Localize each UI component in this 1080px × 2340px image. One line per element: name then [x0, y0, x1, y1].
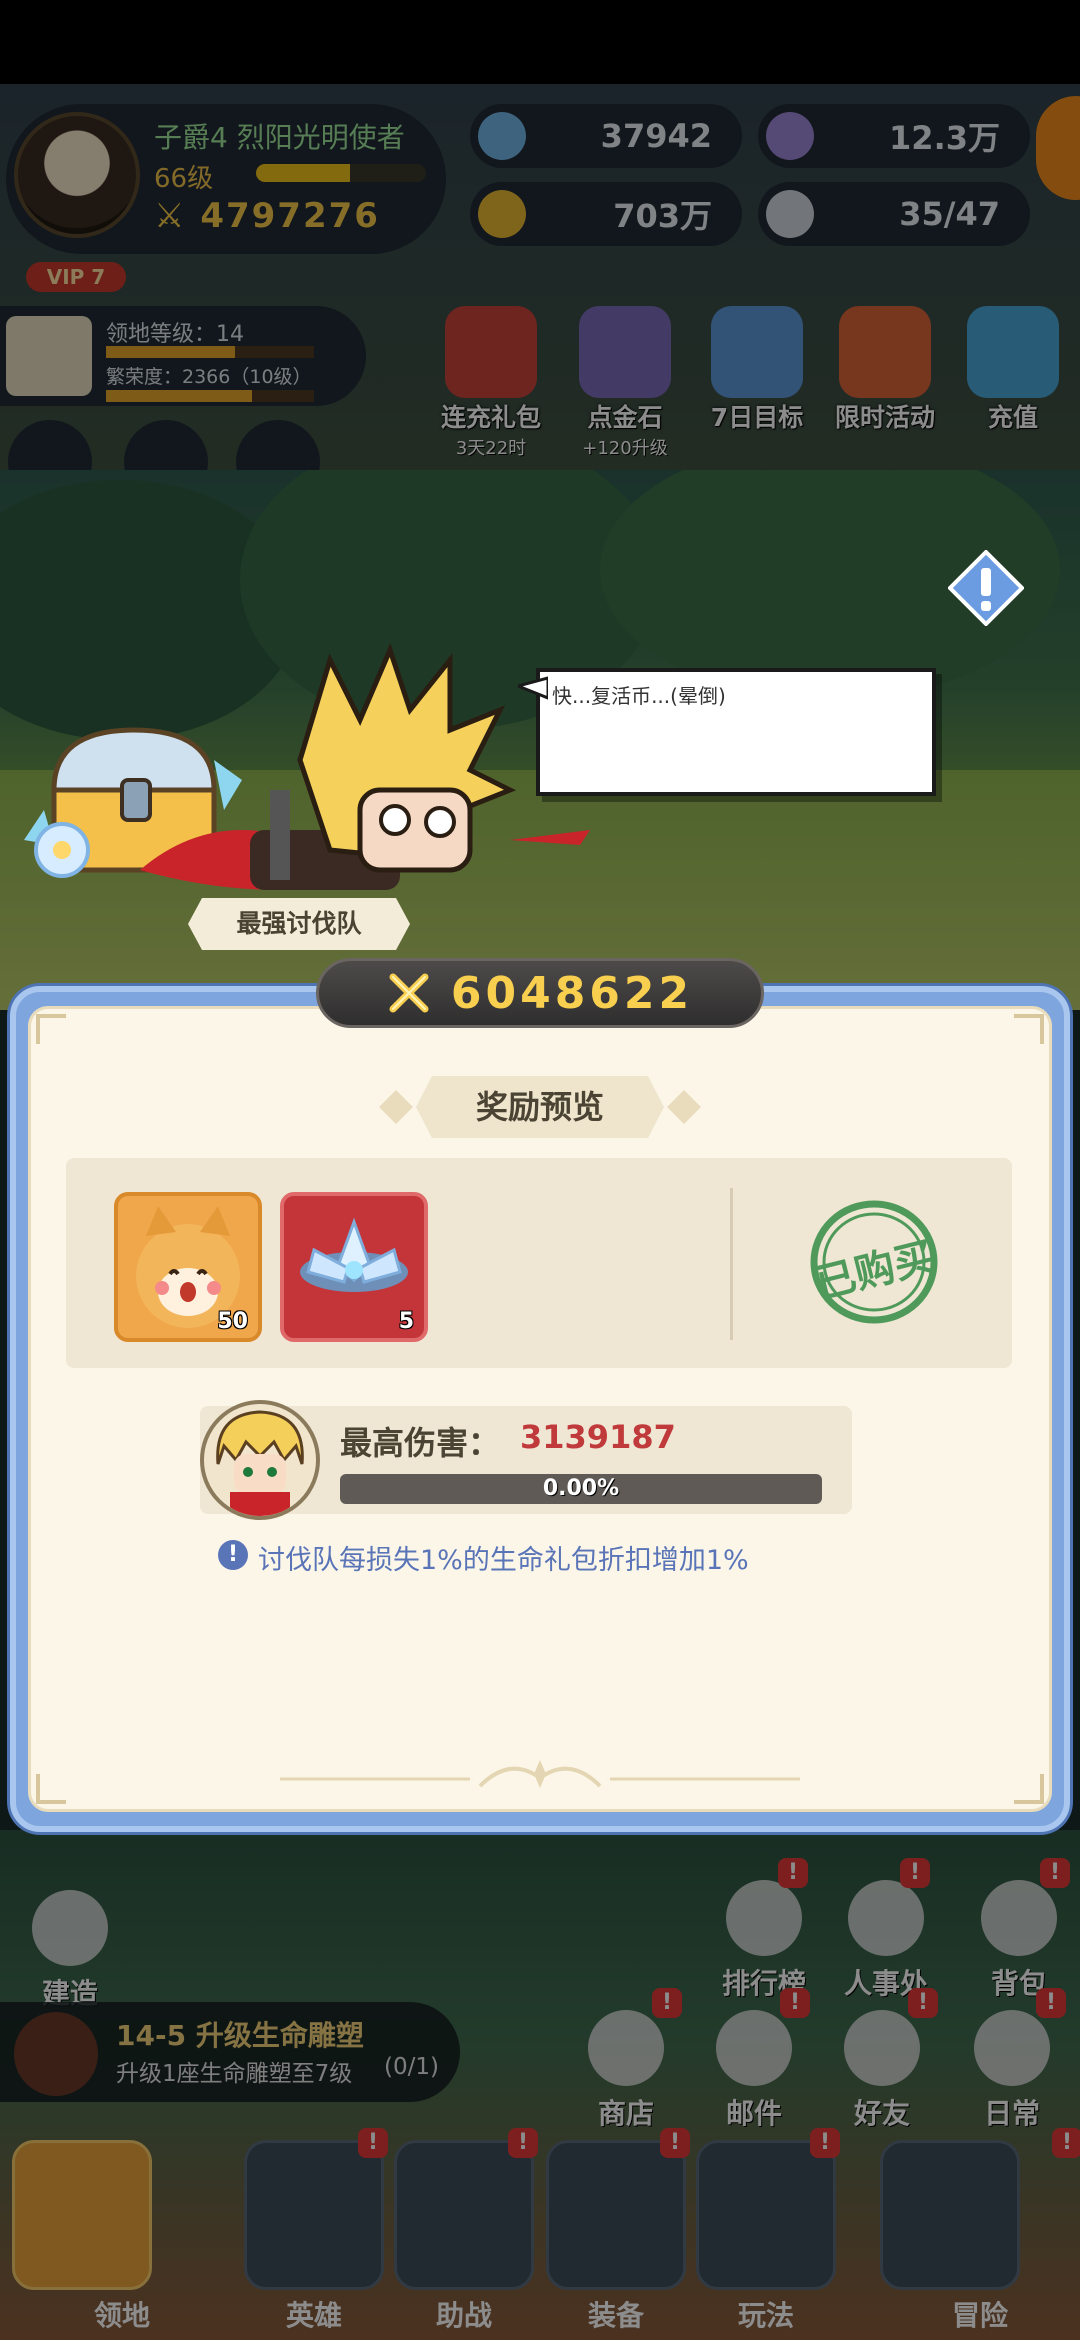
purchased-stamp: 已购买	[800, 1198, 948, 1326]
frame-corner-ornament	[36, 1774, 66, 1804]
alert-icon[interactable]	[948, 550, 1024, 626]
reward-item-shiba[interactable]: 50	[114, 1192, 262, 1342]
reward-qty: 50	[217, 1309, 248, 1334]
damage-percent: 0.00%	[542, 1476, 620, 1501]
banner-diamond	[379, 1090, 413, 1124]
hero-portrait	[216, 1410, 304, 1516]
crossed-swords-icon	[389, 973, 429, 1013]
speech-bubble-tail	[518, 676, 548, 700]
team-power-value: 6048622	[450, 967, 694, 1019]
max-damage-label: 最高伤害：	[340, 1424, 501, 1462]
reward-title: 奖励预览	[416, 1076, 664, 1138]
status-bar	[0, 0, 1080, 84]
bottom-ornament	[280, 1760, 800, 1788]
frame-corner-ornament	[1014, 1774, 1044, 1804]
speech-text: 快...复活币...(晕倒)	[552, 684, 726, 708]
frame-corner-ornament	[36, 1014, 66, 1044]
game-screen: 子爵4 烈阳光明使者 66级 ⚔ 4797276 VIP 7 37942 12.…	[0, 0, 1080, 2340]
damage-progress-bar: 0.00%	[340, 1474, 822, 1504]
frame-corner-ornament	[1014, 1014, 1044, 1044]
max-damage-value: 3139187	[520, 1418, 676, 1456]
reward-divider	[730, 1188, 733, 1340]
info-icon: !	[218, 1540, 248, 1570]
reward-qty: 5	[398, 1309, 414, 1334]
speech-bubble: 快...复活币...(晕倒)	[536, 668, 936, 796]
hero-avatar	[200, 1400, 320, 1520]
team-name-label: 最强讨伐队	[188, 898, 410, 950]
discount-tip: 讨伐队每损失1%的生命礼包折扣增加1%	[258, 1545, 749, 1576]
reward-item-lotus[interactable]: 5	[280, 1192, 428, 1342]
reward-title-banner: 奖励预览	[379, 1076, 701, 1138]
banner-diamond	[667, 1090, 701, 1124]
team-power-banner: 6048622	[316, 958, 764, 1028]
